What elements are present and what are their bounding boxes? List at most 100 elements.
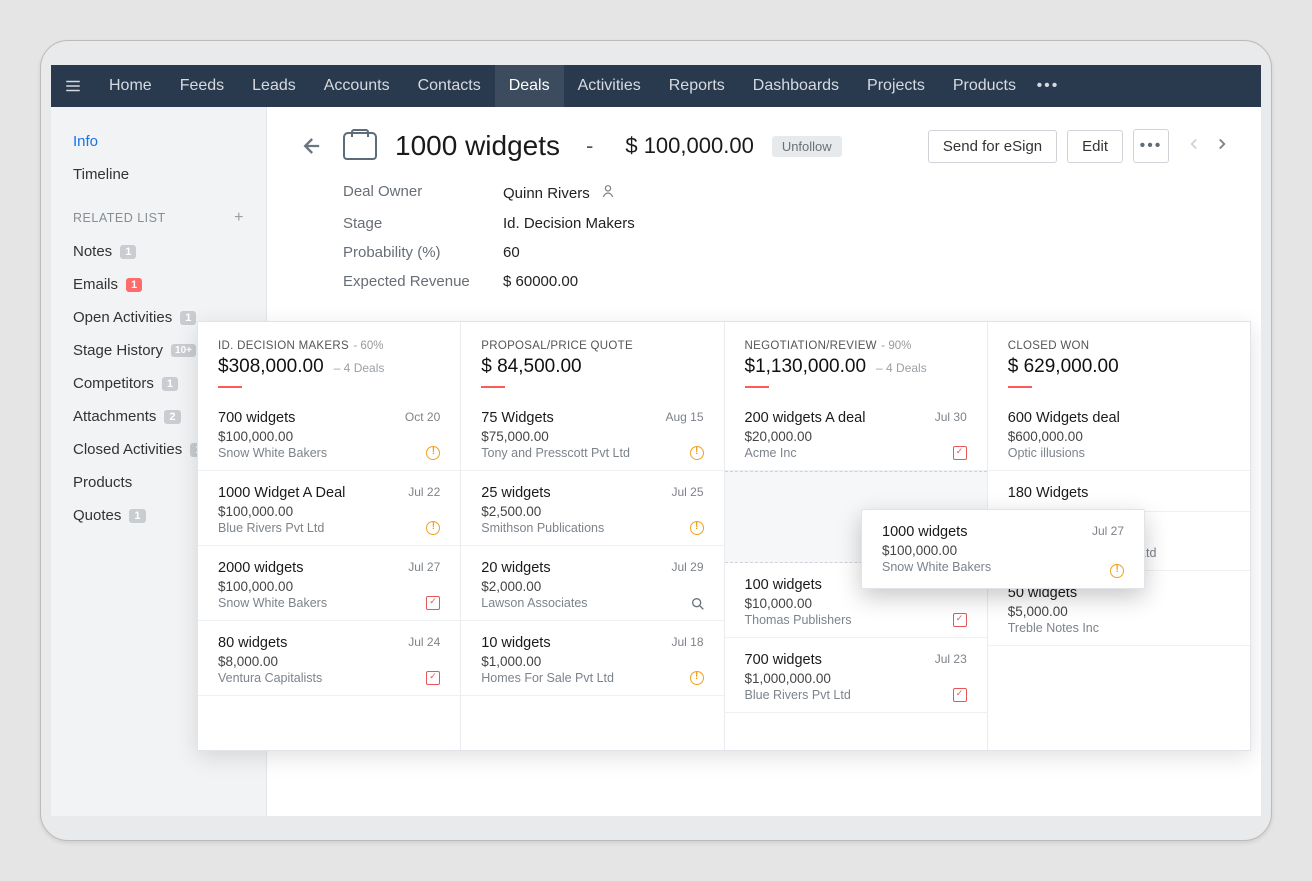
nav-tab-reports[interactable]: Reports	[655, 65, 739, 107]
nav-tab-contacts[interactable]: Contacts	[404, 65, 495, 107]
task-icon	[953, 446, 967, 460]
deal-count: – 4 Deals	[876, 361, 927, 375]
stage-name: ID. DECISION MAKERS	[218, 340, 349, 352]
card-name: 700 widgets	[745, 652, 967, 668]
deal-card[interactable]: Jul 2525 widgets $2,500.00 Smithson Public…	[461, 471, 723, 546]
task-icon	[426, 671, 440, 685]
edit-button[interactable]: Edit	[1067, 130, 1123, 163]
deal-card[interactable]: Jul 272000 widgets$100,000.00Snow White …	[198, 546, 460, 621]
stage-amount: $ 84,500.00	[481, 356, 581, 378]
badge: 1	[120, 245, 136, 259]
expected-revenue-value: $ 60000.00	[503, 273, 578, 290]
nav-tab-home[interactable]: Home	[95, 65, 166, 107]
card-company: Acme Inc	[745, 446, 967, 460]
card-date: Jul 18	[671, 635, 703, 649]
more-actions-icon[interactable]: •••	[1133, 129, 1169, 163]
back-arrow-icon[interactable]	[297, 132, 325, 160]
card-company: Lawson Associates	[481, 596, 703, 610]
card-company: Ventura Capitalists	[218, 671, 440, 685]
nav-tab-projects[interactable]: Projects	[853, 65, 939, 107]
deal-owner-value: Quinn Rivers	[503, 185, 590, 202]
card-date: Jul 27	[408, 560, 440, 574]
nav-tab-feeds[interactable]: Feeds	[166, 65, 238, 107]
card-name: 10 widgets	[481, 635, 703, 651]
card-date: Jul 30	[935, 410, 967, 424]
stage-amount: $ 629,000.00	[1008, 356, 1119, 378]
nav-tab-leads[interactable]: Leads	[238, 65, 310, 107]
send-esign-button[interactable]: Send for eSign	[928, 130, 1057, 163]
deal-card[interactable]: Jul 221000 Widget A Deal$100,000.00Blue …	[198, 471, 460, 546]
card-amount: $2,000.00	[481, 579, 703, 594]
sidebar-item-emails[interactable]: Emails1	[51, 268, 266, 301]
card-company: Blue Rivers Pvt Ltd	[218, 521, 440, 535]
card-company: Snow White Bakers	[218, 446, 440, 460]
card-date: Jul 24	[408, 635, 440, 649]
card-company: Treble Notes Inc	[1008, 621, 1230, 635]
card-amount: $8,000.00	[218, 654, 440, 669]
card-name: 20 widgets	[481, 560, 703, 576]
card-date: Oct 20	[405, 410, 440, 424]
nav-tab-activities[interactable]: Activities	[564, 65, 655, 107]
stage-pct: - 90%	[881, 340, 911, 352]
unfollow-button[interactable]: Unfollow	[772, 136, 842, 157]
nav-tab-dashboards[interactable]: Dashboards	[739, 65, 853, 107]
badge: 2	[164, 410, 180, 424]
dragging-card[interactable]: Jul 27 1000 widgets $100,000.00 Snow Whi…	[861, 509, 1145, 589]
card-amount: $75,000.00	[481, 429, 703, 444]
card-name: 180 Widgets	[1008, 485, 1230, 501]
card-amount: $1,000.00	[481, 654, 703, 669]
prev-record-icon[interactable]	[1185, 135, 1203, 158]
kanban-column: ID. DECISION MAKERS - 60% $308,000.00 – 4 …	[198, 322, 461, 750]
card-company: Smithson Publications	[481, 521, 703, 535]
card-amount: $600,000.00	[1008, 429, 1230, 444]
card-name: 80 widgets	[218, 635, 440, 651]
card-date: Jul 25	[671, 485, 703, 499]
stage-amount: $308,000.00	[218, 356, 324, 378]
card-amount: $1,000,000.00	[745, 671, 967, 686]
task-icon	[953, 688, 967, 702]
card-amount: $2,500.00	[481, 504, 703, 519]
card-name: 600 Widgets deal	[1008, 410, 1230, 426]
badge: 1	[180, 311, 196, 325]
deal-card[interactable]: Jul 2480 widgets $8,000.00 Ventura Capital…	[198, 621, 460, 696]
stage-pct: - 60%	[353, 340, 383, 352]
card-company: Blue Rivers Pvt Ltd	[745, 688, 967, 702]
deal-card[interactable]: Jul 2920 widgets$2,000.00Lawson Associat…	[461, 546, 723, 621]
card-amount: $100,000.00	[218, 429, 440, 444]
next-record-icon[interactable]	[1213, 135, 1231, 158]
badge: 1	[129, 509, 145, 523]
stage-name: CLOSED WON	[1008, 340, 1090, 352]
deal-card[interactable]: Jul 1810 widgets$1,000.00Homes For Sale …	[461, 621, 723, 696]
card-name: 2000 widgets	[218, 560, 440, 576]
card-name: 1000 widgets	[882, 524, 1124, 540]
sidebar-timeline[interactable]: Timeline	[51, 158, 266, 191]
card-date: Jul 27	[1092, 524, 1124, 538]
person-icon	[600, 183, 616, 203]
add-related-icon[interactable]: +	[234, 209, 244, 227]
warn-icon	[1110, 564, 1124, 578]
card-company: Thomas Publishers	[745, 613, 967, 627]
deal-card[interactable]: 180 Widgets	[988, 471, 1250, 512]
stage-name: PROPOSAL/PRICE QUOTE	[481, 340, 633, 352]
card-date: Jul 22	[408, 485, 440, 499]
nav-more-icon[interactable]: •••	[1030, 77, 1066, 95]
menu-icon[interactable]	[51, 77, 95, 95]
nav-tab-accounts[interactable]: Accounts	[310, 65, 404, 107]
deal-count: – 4 Deals	[334, 361, 385, 375]
sidebar-info[interactable]: Info	[51, 125, 266, 158]
nav-tab-deals[interactable]: Deals	[495, 65, 564, 107]
deal-card[interactable]: Oct 20700 widgets$100,000.00Snow White B…	[198, 396, 460, 471]
card-amount: $100,000.00	[218, 579, 440, 594]
deal-card[interactable]: 600 Widgets deal$600,000.00Optic illusio…	[988, 396, 1250, 471]
deal-card[interactable]: Jul 30200 widgets A deal$20,000.00Acme I…	[725, 396, 987, 471]
deal-amount: $ 100,000.00	[625, 133, 753, 159]
deal-card[interactable]: Aug 1575 Widgets$75,000.00Tony and Press…	[461, 396, 723, 471]
card-amount: $100,000.00	[882, 543, 1124, 558]
stage-value: Id. Decision Makers	[503, 215, 635, 232]
nav-tab-products[interactable]: Products	[939, 65, 1030, 107]
card-date: Aug 15	[665, 410, 703, 424]
sidebar-item-notes[interactable]: Notes1	[51, 235, 266, 268]
deal-card[interactable]: Jul 23700 widgets$1,000,000.00Blue River…	[725, 638, 987, 713]
card-name: 25 widgets	[481, 485, 703, 501]
badge: 1	[162, 377, 178, 391]
